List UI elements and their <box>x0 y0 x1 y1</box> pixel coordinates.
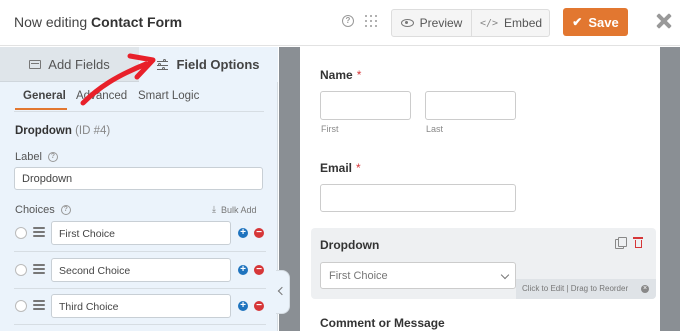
name-label-text: Name <box>320 68 353 82</box>
choices-heading-text: Choices <box>15 204 55 216</box>
choice-input[interactable]: First Choice <box>51 221 231 245</box>
dropdown-selected-value: First Choice <box>329 270 388 282</box>
last-name-input[interactable] <box>425 91 516 120</box>
email-field-label: Email * <box>320 161 361 175</box>
help-icon[interactable]: ? <box>60 205 71 215</box>
preview-label: Preview <box>419 16 463 30</box>
close-icon[interactable]: × <box>641 285 649 293</box>
choice-input[interactable]: Second Choice <box>51 258 231 282</box>
field-type: Dropdown <box>15 125 72 137</box>
choice-input[interactable]: Third Choice <box>51 294 231 318</box>
save-button[interactable]: ✔ Save <box>563 8 628 36</box>
drag-handle-icon[interactable] <box>33 300 45 310</box>
subtab-smart-logic[interactable]: Smart Logic <box>138 90 199 102</box>
save-label: Save <box>588 14 619 30</box>
field-heading: Dropdown (ID #4) <box>15 125 110 137</box>
bulk-add-link[interactable]: ⤓ Bulk Add <box>212 204 257 215</box>
panel-tabs: Add Fields Field Options <box>0 47 278 82</box>
choices-heading: Choices ? <box>15 204 71 216</box>
choice-row: Second Choice + − <box>14 258 266 282</box>
choice-row: First Choice + − <box>14 221 266 245</box>
tab-add-fields[interactable]: Add Fields <box>0 47 139 82</box>
first-name-input[interactable] <box>320 91 411 120</box>
tab-add-fields-label: Add Fields <box>48 56 110 72</box>
remove-choice-icon[interactable]: − <box>254 301 264 311</box>
grid-icon[interactable] <box>365 15 377 27</box>
add-choice-icon[interactable]: + <box>238 265 248 275</box>
tab-field-options-label: Field Options <box>176 57 260 72</box>
last-sublabel: Last <box>426 124 444 134</box>
first-sublabel: First <box>321 124 339 134</box>
divider <box>14 288 266 289</box>
email-input[interactable] <box>320 184 516 212</box>
top-bar: Now editing Contact Form ? Preview </> E… <box>0 0 680 46</box>
label-heading: Label ? <box>15 151 58 163</box>
add-choice-icon[interactable]: + <box>238 228 248 238</box>
required-marker: * <box>356 68 362 82</box>
remove-choice-icon[interactable]: − <box>254 228 264 238</box>
edit-hint: Click to Edit | Drag to Reorder × <box>516 279 656 299</box>
form-name: Contact Form <box>91 14 183 30</box>
email-label-text: Email <box>320 161 353 175</box>
duplicate-icon[interactable] <box>615 237 627 249</box>
comment-field-label: Comment or Message <box>320 316 445 330</box>
divider <box>14 324 266 325</box>
tab-field-options[interactable]: Field Options <box>139 47 278 82</box>
edit-hint-text: Click to Edit | Drag to Reorder <box>522 284 629 293</box>
list-icon <box>29 59 42 69</box>
bulk-add-label: Bulk Add <box>220 204 257 215</box>
embed-button[interactable]: </> Embed <box>472 10 550 36</box>
name-field-label: Name * <box>320 68 361 82</box>
divider <box>14 111 264 112</box>
active-subtab-indicator <box>15 108 67 110</box>
subtab-general[interactable]: General <box>23 90 66 102</box>
options-subtabs: General Advanced Smart Logic <box>0 82 278 112</box>
chevron-down-icon <box>500 270 510 280</box>
label-heading-text: Label <box>15 151 42 163</box>
label-input[interactable]: Dropdown <box>14 167 263 190</box>
remove-choice-icon[interactable]: − <box>254 265 264 275</box>
chevron-left-icon <box>277 286 287 296</box>
dropdown-field-label: Dropdown <box>320 238 380 252</box>
sliders-icon <box>157 59 169 70</box>
embed-label: Embed <box>504 16 543 30</box>
default-choice-radio[interactable] <box>15 264 27 276</box>
divider <box>14 251 266 252</box>
default-choice-radio[interactable] <box>15 227 27 239</box>
required-marker: * <box>356 161 361 175</box>
drag-handle-icon[interactable] <box>33 227 45 237</box>
title-prefix: Now editing <box>14 14 88 30</box>
drag-handle-icon[interactable] <box>33 264 45 274</box>
close-icon[interactable] <box>655 12 673 30</box>
field-options-panel: Add Fields Field Options General Advance… <box>0 47 278 331</box>
trash-icon[interactable] <box>633 237 643 248</box>
help-icon[interactable]: ? <box>342 15 354 27</box>
collapse-panel-button[interactable] <box>276 270 290 314</box>
preview-embed-group: Preview </> Embed <box>391 9 550 37</box>
page-title: Now editing Contact Form <box>14 14 182 30</box>
choice-row: Third Choice + − <box>14 294 266 318</box>
add-choice-icon[interactable]: + <box>238 301 248 311</box>
field-id: (ID #4) <box>75 125 111 137</box>
code-icon: </> <box>479 17 499 29</box>
eye-icon <box>400 19 414 27</box>
check-icon: ✔ <box>572 15 583 29</box>
dropdown-select[interactable]: First Choice <box>320 262 516 289</box>
help-icon[interactable]: ? <box>47 152 58 162</box>
subtab-advanced[interactable]: Advanced <box>76 90 127 102</box>
preview-button[interactable]: Preview <box>392 10 472 36</box>
download-icon: ⤓ <box>212 204 216 214</box>
default-choice-radio[interactable] <box>15 300 27 312</box>
